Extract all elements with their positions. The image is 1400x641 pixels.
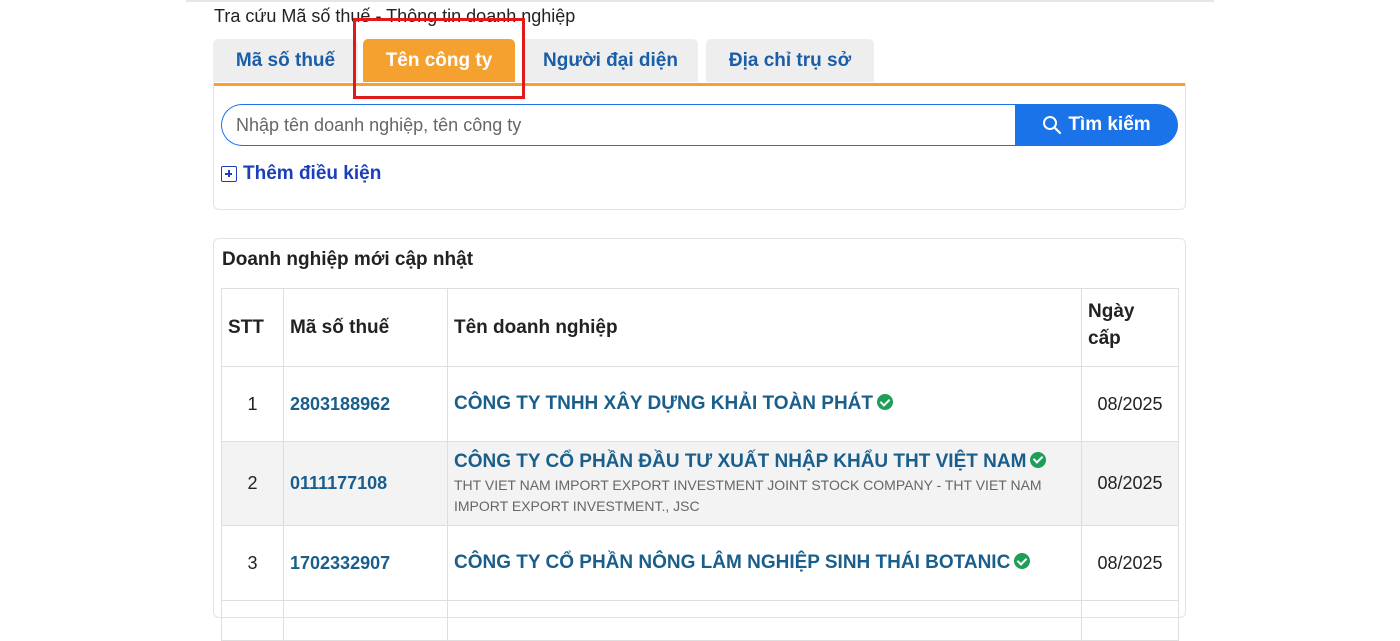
row-company-name-link[interactable]: CÔNG TY CỔ PHẦN NÔNG LÂM NGHIỆP SINH THÁ… bbox=[454, 552, 1010, 573]
search-button-label: Tìm kiếm bbox=[1068, 114, 1151, 135]
column-header-ten: Tên doanh nghiệp bbox=[447, 288, 1082, 367]
row-stt: 3 bbox=[221, 525, 284, 601]
plus-square-icon bbox=[221, 166, 237, 182]
row-company-english-name: THT VIET NAM IMPORT EXPORT INVESTMENT JO… bbox=[454, 476, 1042, 514]
search-button[interactable]: Tìm kiếm bbox=[1015, 104, 1178, 146]
row-tax-code-link[interactable]: 2803188962 bbox=[283, 366, 448, 442]
add-condition-link[interactable]: Thêm điều kiện bbox=[221, 163, 381, 185]
tab-dia-chi-tru-so[interactable]: Địa chỉ trụ sở bbox=[706, 39, 874, 82]
table-row: 3 1702332907 CÔNG TY CỔ PHẦN NÔNG LÂM NG… bbox=[221, 525, 1179, 601]
recent-companies-table: STT Mã số thuế Tên doanh nghiệp Ngày cấp… bbox=[221, 288, 1179, 641]
row-stt: 1 bbox=[221, 366, 284, 442]
empty-cell bbox=[221, 600, 284, 641]
top-divider bbox=[186, 0, 1214, 2]
row-company-name-link[interactable]: CÔNG TY CỔ PHẦN ĐẦU TƯ XUẤT NHẬP KHẨU TH… bbox=[454, 451, 1026, 472]
table-header-row: STT Mã số thuế Tên doanh nghiệp Ngày cấp bbox=[221, 288, 1179, 367]
recent-companies-title: Doanh nghiệp mới cập nhật bbox=[222, 249, 474, 270]
verified-check-icon bbox=[1030, 451, 1047, 468]
row-issue-date: 08/2025 bbox=[1081, 441, 1179, 526]
empty-cell bbox=[283, 600, 448, 641]
row-issue-date: 08/2025 bbox=[1081, 366, 1179, 442]
search-input[interactable] bbox=[221, 104, 1021, 146]
table-row bbox=[221, 600, 1179, 641]
table-row: 2 0111177108 CÔNG TY CỔ PHẦN ĐẦU TƯ XUẤT… bbox=[221, 441, 1179, 526]
row-company-cell: CÔNG TY CỔ PHẦN ĐẦU TƯ XUẤT NHẬP KHẨU TH… bbox=[447, 441, 1082, 526]
row-tax-code-link[interactable]: 0111177108 bbox=[283, 441, 448, 526]
row-stt: 2 bbox=[221, 441, 284, 526]
column-header-mst: Mã số thuế bbox=[283, 288, 448, 367]
verified-check-icon bbox=[877, 394, 894, 411]
column-header-ngay: Ngày cấp bbox=[1081, 288, 1179, 367]
row-company-cell: CÔNG TY TNHH XÂY DỰNG KHẢI TOÀN PHÁT bbox=[447, 366, 1082, 442]
page-title: Tra cứu Mã số thuế - Thông tin doanh ngh… bbox=[214, 6, 576, 26]
tab-ten-cong-ty[interactable]: Tên công ty bbox=[363, 39, 515, 82]
row-company-name-link[interactable]: CÔNG TY TNHH XÂY DỰNG KHẢI TOÀN PHÁT bbox=[454, 393, 873, 414]
tab-ma-so-thue[interactable]: Mã số thuế bbox=[213, 39, 358, 82]
table-row: 1 2803188962 CÔNG TY TNHH XÂY DỰNG KHẢI … bbox=[221, 366, 1179, 442]
search-panel bbox=[213, 83, 1186, 210]
tab-nguoi-dai-dien[interactable]: Người đại diện bbox=[523, 39, 698, 82]
search-tabs: Mã số thuế Tên công ty Người đại diện Đị… bbox=[213, 39, 1186, 86]
add-condition-label: Thêm điều kiện bbox=[243, 163, 382, 184]
column-header-stt: STT bbox=[221, 288, 284, 367]
empty-cell bbox=[447, 600, 1082, 641]
row-issue-date: 08/2025 bbox=[1081, 525, 1179, 601]
row-tax-code-link[interactable]: 1702332907 bbox=[283, 525, 448, 601]
row-company-cell: CÔNG TY CỔ PHẦN NÔNG LÂM NGHIỆP SINH THÁ… bbox=[447, 525, 1082, 601]
search-icon bbox=[1042, 115, 1062, 135]
empty-cell bbox=[1081, 600, 1179, 641]
verified-check-icon bbox=[1014, 553, 1031, 570]
